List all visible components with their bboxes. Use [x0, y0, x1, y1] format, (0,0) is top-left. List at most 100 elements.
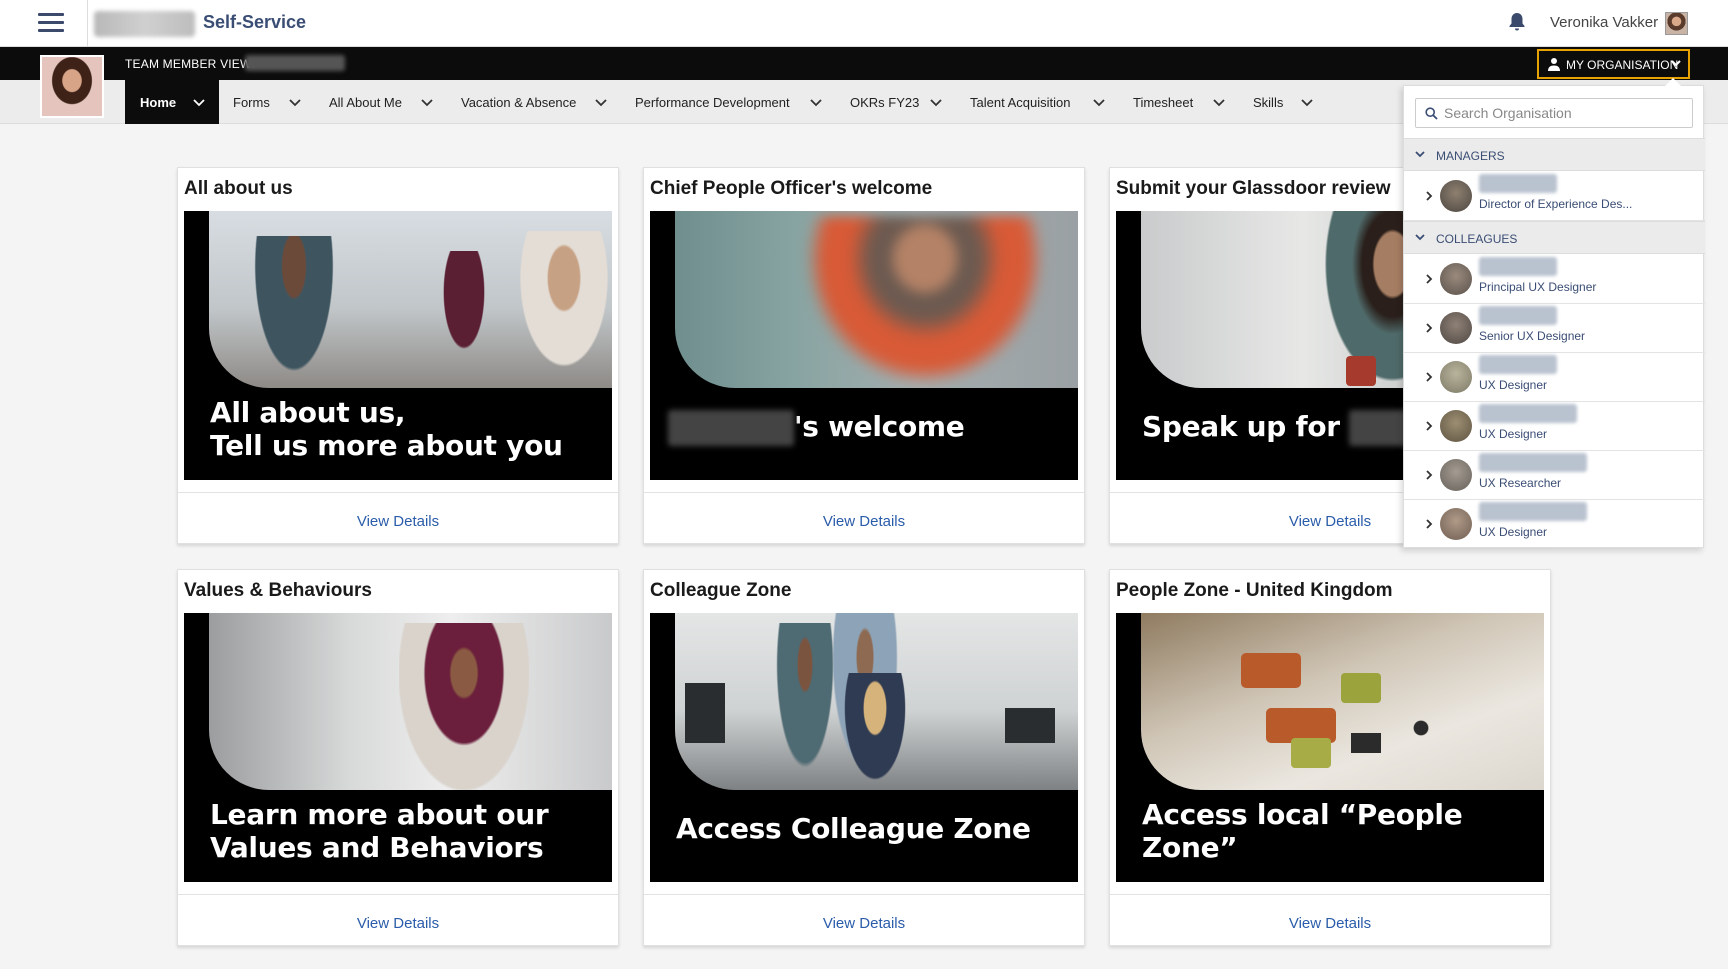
person-role: UX Designer	[1479, 525, 1548, 539]
divider	[178, 894, 618, 895]
colleagues-section-header[interactable]: COLLEAGUES	[1404, 221, 1705, 254]
person-role: Director of Experience Des...	[1479, 197, 1633, 211]
nav-item-label: Performance Development	[635, 95, 790, 110]
nav-item-label: Talent Acquisition	[970, 95, 1071, 110]
hamburger-menu-icon[interactable]	[38, 13, 64, 33]
team-member-name-redacted	[245, 55, 345, 71]
card-title: Values & Behaviours	[184, 580, 372, 601]
banner-text-line: Access local “People	[1142, 798, 1463, 831]
chevron-right-icon[interactable]	[1424, 273, 1434, 285]
chevron-right-icon[interactable]	[1424, 469, 1434, 481]
card-banner-image[interactable]: Access Colleague Zone	[650, 613, 1078, 882]
banner-text-line: Tell us more about you	[210, 429, 563, 462]
person-name-redacted	[1479, 355, 1557, 374]
search-organisation-input[interactable]	[1444, 103, 1684, 123]
nav-item-skills[interactable]: Skills	[1253, 80, 1283, 124]
banner-text: Speak up for	[1142, 410, 1420, 446]
chevron-down-icon[interactable]	[288, 95, 302, 109]
banner-text-line: Values and Behaviors	[210, 831, 544, 864]
card-chief-people-officer-welcome: Chief People Officer's welcome 's welcom…	[643, 167, 1085, 544]
divider	[1110, 894, 1550, 895]
chevron-right-icon[interactable]	[1424, 371, 1434, 383]
person-role: UX Designer	[1479, 378, 1548, 392]
nav-item-okrs[interactable]: OKRs FY23	[850, 80, 919, 124]
nav-item-label: All About Me	[329, 95, 402, 110]
avatar	[1440, 180, 1472, 212]
chevron-right-icon[interactable]	[1424, 322, 1434, 334]
person-name-redacted	[1479, 453, 1587, 472]
card-title: Submit your Glassdoor review	[1116, 178, 1391, 199]
chevron-down-icon[interactable]	[420, 95, 434, 109]
card-banner-image[interactable]: 's welcome	[650, 211, 1078, 480]
card-banner-image[interactable]: Learn more about our Values and Behavior…	[184, 613, 612, 882]
view-details-link[interactable]: View Details	[644, 513, 1084, 530]
view-details-link[interactable]: View Details	[178, 915, 618, 932]
avatar	[1440, 410, 1472, 442]
org-person-row[interactable]: Director of Experience Des...	[1404, 172, 1705, 221]
card-banner-image[interactable]: Access local “People Zone”	[1116, 613, 1544, 882]
banner-text: All about us, Tell us more about you	[210, 396, 563, 462]
person-name-redacted	[1479, 174, 1557, 193]
chevron-down-icon[interactable]	[1300, 95, 1314, 109]
banner-text-line: Learn more about our	[210, 798, 549, 831]
org-person-row[interactable]: UX Researcher	[1404, 451, 1705, 500]
nav-item-performance-development[interactable]: Performance Development	[635, 80, 790, 124]
nav-item-label: Home	[140, 95, 177, 110]
search-organisation-field[interactable]	[1415, 98, 1693, 128]
divider	[87, 0, 88, 47]
org-person-row[interactable]: UX Designer	[1404, 500, 1705, 549]
chevron-right-icon[interactable]	[1424, 420, 1434, 432]
top-bar: Self-Service Veronika Vakker	[0, 0, 1728, 47]
chevron-down-icon[interactable]	[809, 95, 823, 109]
org-person-row[interactable]: UX Designer	[1404, 353, 1705, 402]
view-details-link[interactable]: View Details	[1110, 915, 1550, 932]
user-name[interactable]: Veronika Vakker	[1550, 14, 1658, 31]
banner-photo	[209, 613, 612, 790]
nav-item-home[interactable]: Home	[125, 80, 219, 124]
banner-text: Access local “People Zone”	[1142, 798, 1463, 864]
app-title: Self-Service	[203, 12, 307, 32]
person-name-redacted	[1479, 404, 1577, 423]
card-title: Chief People Officer's welcome	[650, 178, 933, 199]
nav-item-talent-acquisition[interactable]: Talent Acquisition	[970, 80, 1070, 124]
managers-section-header[interactable]: MANAGERS	[1404, 138, 1705, 171]
org-person-row[interactable]: UX Designer	[1404, 402, 1705, 451]
view-details-link[interactable]: View Details	[178, 513, 618, 530]
chevron-down-icon[interactable]	[1212, 95, 1226, 109]
nav-item-vacation-absence[interactable]: Vacation & Absence	[461, 80, 576, 124]
org-person-row[interactable]: Senior UX Designer	[1404, 304, 1705, 353]
view-details-link[interactable]: View Details	[644, 915, 1084, 932]
person-role: UX Designer	[1479, 427, 1548, 441]
person-role: Principal UX Designer	[1479, 280, 1597, 294]
banner-photo	[1141, 613, 1544, 790]
card-banner-image[interactable]: All about us, Tell us more about you	[184, 211, 612, 480]
nav-item-label: Timesheet	[1133, 95, 1194, 110]
chevron-right-icon[interactable]	[1424, 518, 1434, 530]
chevron-right-icon[interactable]	[1424, 190, 1434, 202]
bell-icon[interactable]	[1508, 12, 1526, 32]
banner-photo	[209, 211, 612, 388]
person-role: Senior UX Designer	[1479, 329, 1586, 343]
chevron-down-icon	[1415, 151, 1425, 158]
dropdown-caret	[1665, 78, 1681, 86]
chevron-down-icon[interactable]	[594, 95, 608, 109]
nav-item-timesheet[interactable]: Timesheet	[1133, 80, 1193, 124]
card-colleague-zone: Colleague Zone Access Colleague Zone Vie…	[643, 569, 1085, 946]
redacted-name	[668, 410, 794, 446]
team-member-view-label: TEAM MEMBER VIEW:	[125, 57, 255, 71]
org-person-row[interactable]: Principal UX Designer	[1404, 255, 1705, 304]
chevron-down-icon[interactable]	[192, 95, 206, 109]
user-avatar[interactable]	[1665, 12, 1688, 35]
my-organisation-button[interactable]: MY ORGANISATION	[1537, 49, 1690, 79]
search-icon	[1425, 107, 1438, 120]
company-logo[interactable]	[94, 11, 195, 37]
my-organisation-label: MY ORGANISATION	[1566, 58, 1679, 72]
card-values-behaviours: Values & Behaviours Learn more about our…	[177, 569, 619, 946]
nav-item-forms[interactable]: Forms	[233, 80, 270, 124]
card-people-zone-uk: People Zone - United Kingdom Access loca…	[1109, 569, 1551, 946]
chevron-down-icon[interactable]	[1092, 95, 1106, 109]
nav-item-all-about-me[interactable]: All About Me	[329, 80, 402, 124]
chevron-down-icon	[1415, 234, 1425, 241]
divider	[644, 492, 1084, 493]
chevron-down-icon[interactable]	[929, 95, 943, 109]
